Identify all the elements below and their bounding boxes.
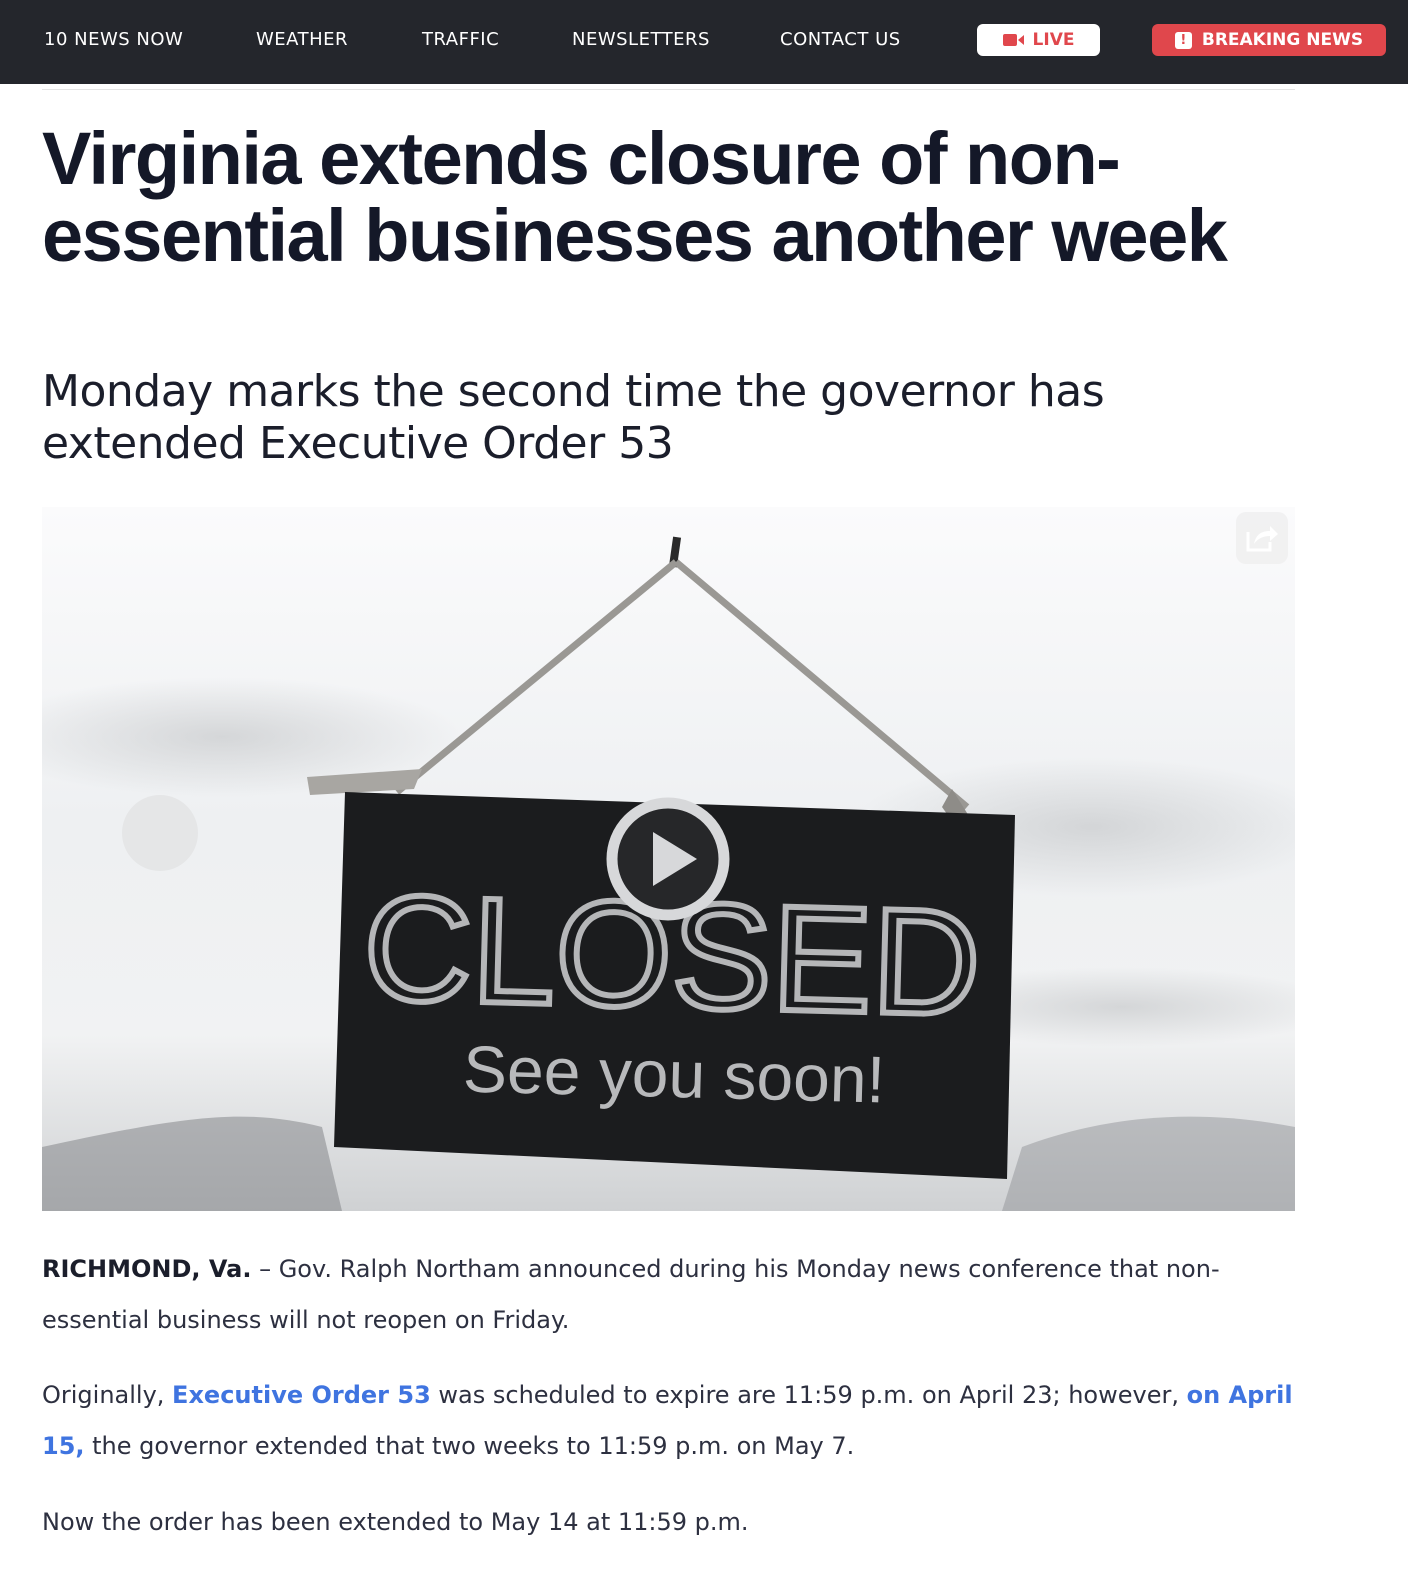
nav-contact-us[interactable]: CONTACT US xyxy=(780,29,901,50)
article-paragraph-2: Originally, Executive Order 53 was sched… xyxy=(42,1370,1302,1472)
nav-traffic[interactable]: TRAFFIC xyxy=(422,29,499,50)
play-icon xyxy=(606,797,730,921)
nav-newsletters[interactable]: NEWSLETTERS xyxy=(572,29,710,50)
video-camera-icon xyxy=(1002,34,1024,46)
breaking-news-button[interactable]: ! BREAKING NEWS xyxy=(1152,24,1386,56)
share-icon xyxy=(1246,526,1278,552)
paragraph-2-after: the governor extended that two weeks to … xyxy=(84,1432,855,1460)
nav-weather[interactable]: WEATHER xyxy=(256,29,348,50)
live-button[interactable]: LIVE xyxy=(977,24,1100,56)
dateline: RICHMOND, Va. xyxy=(42,1255,252,1283)
article-paragraph-1: RICHMOND, Va. – Gov. Ralph Northam annou… xyxy=(42,1244,1302,1346)
paragraph-2-before: Originally, xyxy=(42,1381,173,1409)
play-button[interactable] xyxy=(605,796,731,922)
share-button[interactable] xyxy=(1236,512,1288,564)
top-navigation: 10 NEWS NOW WEATHER TRAFFIC NEWSLETTERS … xyxy=(0,0,1408,84)
executive-order-53-link[interactable]: Executive Order 53 xyxy=(172,1381,431,1409)
header-divider xyxy=(42,89,1295,90)
article-headline: Virginia extends closure of non-essentia… xyxy=(42,117,1228,277)
sign-subtext: See you soon! xyxy=(462,1031,886,1116)
paragraph-2-middle: was scheduled to expire are 11:59 p.m. o… xyxy=(430,1381,1187,1409)
alert-icon: ! xyxy=(1174,31,1192,49)
article-subheadline: Monday marks the second time the governo… xyxy=(42,366,1105,469)
breaking-news-label: BREAKING NEWS xyxy=(1201,30,1364,50)
live-label: LIVE xyxy=(1032,30,1075,50)
article-paragraph-3: Now the order has been extended to May 1… xyxy=(42,1508,749,1536)
nav-10-news-now[interactable]: 10 NEWS NOW xyxy=(44,29,183,50)
